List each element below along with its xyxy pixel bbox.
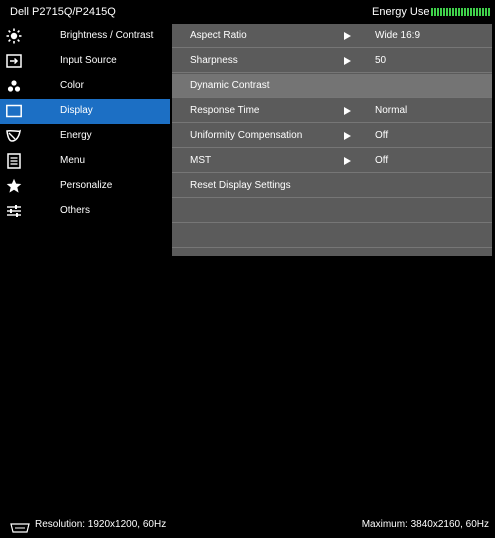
setting-row-response-time[interactable]: Response Time Normal (172, 99, 492, 123)
setting-label: Sharpness (190, 55, 238, 66)
arrow-right-icon (344, 32, 351, 40)
energy-meter-segment (485, 8, 487, 16)
energy-meter-segment (434, 8, 436, 16)
setting-row-sharpness[interactable]: Sharpness 50 (172, 49, 492, 73)
sidebar-menu: Brightness / Contrast Input Source Color… (0, 24, 170, 256)
setting-value: Off (375, 155, 389, 166)
setting-value: Wide 16:9 (375, 30, 421, 41)
setting-label: Reset Display Settings (190, 180, 291, 191)
energy-meter-segment (482, 8, 484, 16)
energy-use-meter (431, 8, 490, 16)
setting-label: MST (190, 155, 212, 166)
energy-meter-segment (452, 8, 454, 16)
energy-meter-segment (431, 8, 433, 16)
sidebar-item-personalize[interactable]: Personalize (0, 174, 170, 199)
setting-row-aspect-ratio[interactable]: Aspect Ratio Wide 16:9 (172, 24, 492, 48)
sidebar-item-color[interactable]: Color (0, 74, 170, 99)
arrow-right-icon (344, 107, 351, 115)
sidebar-item-label: Personalize (60, 180, 113, 191)
energy-meter-segment (443, 8, 445, 16)
energy-meter-segment (455, 8, 457, 16)
energy-meter-segment (446, 8, 448, 16)
sidebar-item-display[interactable]: Display (0, 99, 170, 124)
energy-meter-segment (440, 8, 442, 16)
color-dots-icon (6, 78, 22, 94)
connector-icon (10, 520, 30, 533)
energy-meter-segment (479, 8, 481, 16)
setting-row-uniformity-compensation[interactable]: Uniformity Compensation Off (172, 124, 492, 148)
sidebar-item-label: Input Source (60, 55, 117, 66)
sidebar-item-label: Display (60, 105, 93, 116)
sidebar-item-label: Others (60, 205, 91, 216)
arrow-right-icon (344, 157, 351, 165)
setting-row-mst[interactable]: MST Off (172, 149, 492, 173)
energy-meter-segment (437, 8, 439, 16)
setting-label: Response Time (190, 105, 260, 116)
setting-value: 50 (375, 55, 387, 66)
setting-value: Normal (375, 105, 408, 116)
energy-meter-segment (467, 8, 469, 16)
energy-meter-segment (488, 8, 490, 16)
star-icon (6, 178, 22, 194)
sidebar-item-energy[interactable]: Energy (0, 124, 170, 149)
energy-use-label: Energy Use (372, 6, 430, 18)
sidebar-item-label: Menu (60, 155, 86, 166)
resolution-text: Resolution: 1920x1200, 60Hz (35, 519, 167, 530)
sidebar-item-label: Brightness / Contrast (60, 30, 154, 41)
monitor-osd: Dell P2715Q/P2415Q Energy Use Brightness… (0, 0, 495, 533)
input-source-icon (6, 53, 22, 69)
sidebar-item-label: Color (60, 80, 84, 91)
empty-row (172, 199, 492, 223)
energy-meter-segment (476, 8, 478, 16)
energy-meter-segment (470, 8, 472, 16)
setting-row-reset-display-settings[interactable]: Reset Display Settings (172, 174, 492, 198)
setting-value: Off (375, 130, 389, 141)
energy-meter-segment (473, 8, 475, 16)
energy-meter-segment (464, 8, 466, 16)
sidebar-item-label: Energy (60, 130, 92, 141)
osd-footer: Resolution: 1920x1200, 60Hz Maximum: 384… (0, 256, 495, 533)
setting-row-dynamic-contrast[interactable]: Dynamic Contrast (172, 74, 492, 98)
sidebar-item-menu[interactable]: Menu (0, 149, 170, 174)
empty-row (172, 224, 492, 248)
sidebar-item-others[interactable]: Others (0, 199, 170, 224)
arrow-right-icon (344, 57, 351, 65)
energy-meter-segment (449, 8, 451, 16)
osd-header: Dell P2715Q/P2415Q Energy Use (0, 0, 495, 24)
display-settings-panel: Aspect Ratio Wide 16:9 Sharpness 50 Dyna… (172, 24, 492, 256)
arrow-right-icon (344, 132, 351, 140)
energy-meter-segment (461, 8, 463, 16)
sidebar-item-brightness-contrast[interactable]: Brightness / Contrast (0, 24, 170, 49)
display-icon (6, 103, 22, 119)
energy-leaf-icon (6, 128, 22, 144)
max-resolution-text: Maximum: 3840x2160, 60Hz (361, 519, 489, 530)
model-title: Dell P2715Q/P2415Q (10, 6, 116, 18)
sidebar-item-input-source[interactable]: Input Source (0, 49, 170, 74)
energy-meter-segment (458, 8, 460, 16)
brightness-icon (6, 28, 22, 44)
setting-label: Uniformity Compensation (190, 130, 303, 141)
setting-label: Aspect Ratio (190, 30, 247, 41)
menu-icon (6, 153, 22, 169)
setting-label: Dynamic Contrast (190, 80, 270, 91)
others-sliders-icon (6, 203, 22, 219)
